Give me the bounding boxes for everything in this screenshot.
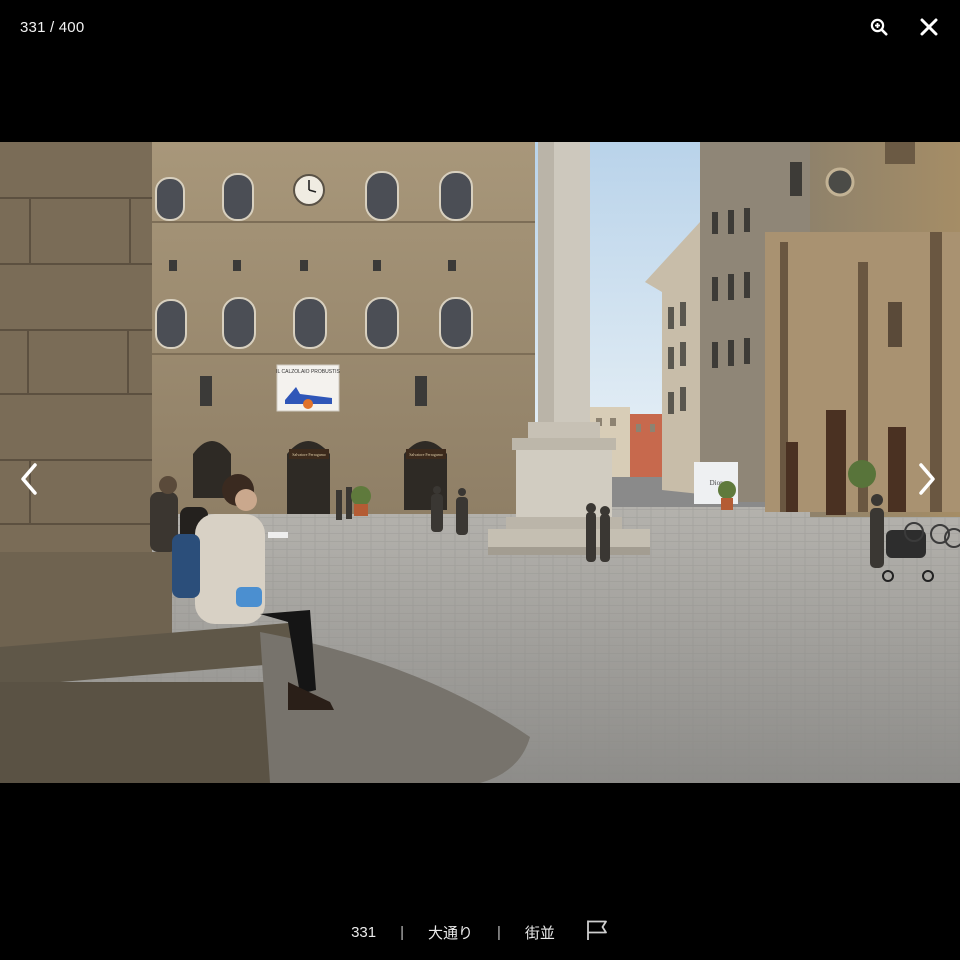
chevron-left-icon <box>20 462 38 500</box>
close-button[interactable] <box>916 16 942 42</box>
report-button[interactable] <box>585 919 609 945</box>
caption-separator: | <box>400 923 404 941</box>
zoom-in-icon <box>870 18 888 41</box>
category-link[interactable]: 大通り <box>428 922 473 943</box>
shop-sign-left: Salvatore Ferragamo <box>292 452 325 457</box>
image-lightbox: 331 / 400 IL CALZOLAIO PROBUSTIS Salvato… <box>0 0 960 960</box>
chevron-right-icon <box>918 462 936 500</box>
next-image-button[interactable] <box>912 462 942 500</box>
main-photo[interactable]: IL CALZOLAIO PROBUSTIS Salvatore Ferraga… <box>0 142 960 783</box>
image-number: 331 <box>351 923 377 941</box>
tag-link[interactable]: 街並 <box>525 922 555 943</box>
banner-text: IL CALZOLAIO PROBUSTIS <box>276 369 340 375</box>
caption-separator: | <box>497 923 501 941</box>
flag-icon <box>585 919 609 945</box>
shop-sign-right: Salvatore Ferragamo <box>409 452 442 457</box>
image-counter: 331 / 400 <box>20 19 85 36</box>
street-scene-photo: IL CALZOLAIO PROBUSTIS Salvatore Ferraga… <box>0 142 960 783</box>
zoom-button[interactable] <box>866 16 892 42</box>
image-caption-bar: 331 | 大通り | 街並 <box>0 918 960 946</box>
previous-image-button[interactable] <box>14 462 44 500</box>
close-icon <box>920 18 938 41</box>
